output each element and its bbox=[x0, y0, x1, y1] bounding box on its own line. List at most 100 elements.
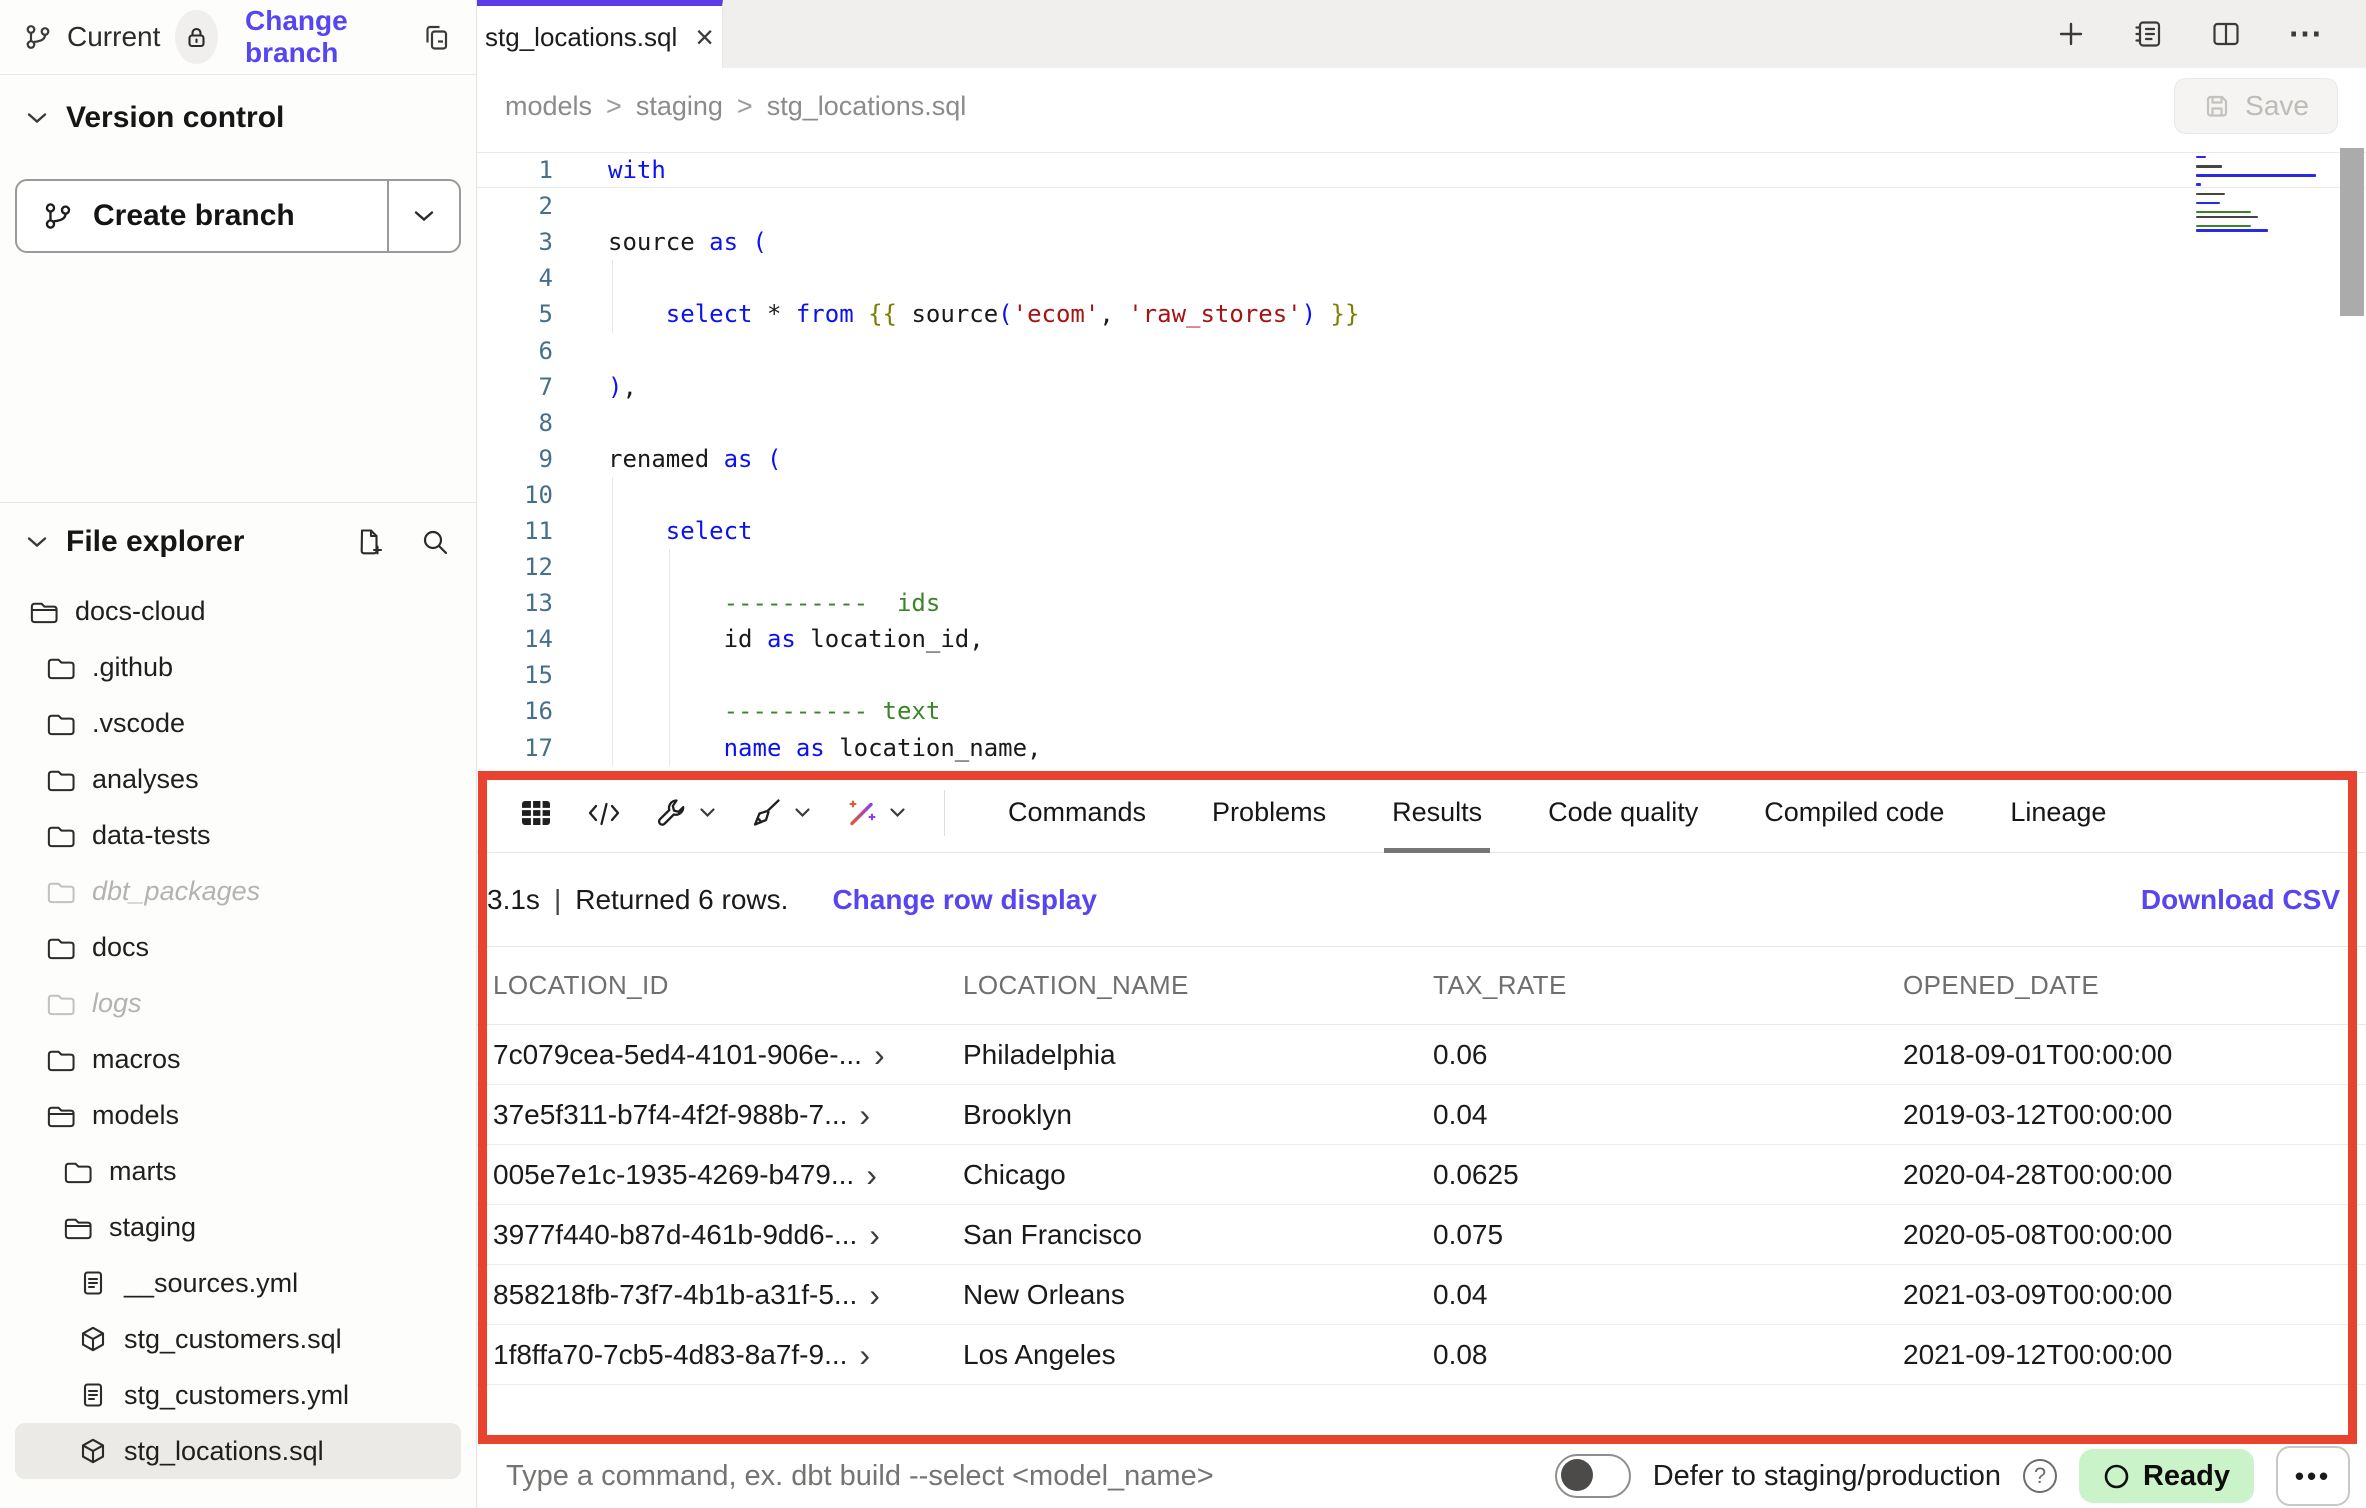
expand-chevron-icon[interactable]: › bbox=[859, 1099, 870, 1131]
file-icon bbox=[79, 1269, 107, 1297]
code-line-16[interactable]: 16 ---------- text bbox=[477, 693, 2366, 729]
editor-scrollbar[interactable] bbox=[2340, 148, 2364, 316]
code-line-1[interactable]: 1with bbox=[477, 152, 2366, 188]
file-tree-item-docs[interactable]: docs bbox=[15, 919, 461, 975]
file-label: __sources.yml bbox=[124, 1268, 298, 1299]
folder-icon bbox=[45, 653, 75, 681]
cell-location-id: 3977f440-b87d-461b-9dd6-...› bbox=[493, 1219, 963, 1251]
file-tree-item-macros[interactable]: macros bbox=[15, 1031, 461, 1087]
line-number: 17 bbox=[477, 734, 565, 762]
panel-tab-compiled-code[interactable]: Compiled code bbox=[1764, 773, 1944, 852]
minimap[interactable] bbox=[2196, 156, 2326, 234]
copy-icon[interactable] bbox=[421, 22, 452, 53]
defer-toggle[interactable] bbox=[1555, 1454, 1631, 1498]
code-line-10[interactable]: 10 bbox=[477, 477, 2366, 513]
more-actions-button[interactable]: ••• bbox=[2276, 1446, 2350, 1506]
save-button[interactable]: Save bbox=[2174, 78, 2338, 134]
panel-tab-results[interactable]: Results bbox=[1392, 773, 1482, 852]
file-tree-item-analyses[interactable]: analyses bbox=[15, 751, 461, 807]
file-label: macros bbox=[92, 1044, 181, 1075]
code-line-6[interactable]: 6 bbox=[477, 332, 2366, 368]
create-branch-button[interactable]: Create branch bbox=[15, 179, 461, 253]
panel-tab-commands[interactable]: Commands bbox=[1008, 773, 1146, 852]
file-tree-item-models[interactable]: models bbox=[15, 1087, 461, 1143]
tab-stg-locations-sql[interactable]: stg_locations.sql × bbox=[477, 0, 723, 68]
panel-tab-problems[interactable]: Problems bbox=[1212, 773, 1326, 852]
panel-tab-code-quality[interactable]: Code quality bbox=[1548, 773, 1698, 852]
cell-location-id: 005e7e1c-1935-4269-b479...› bbox=[493, 1159, 963, 1191]
cell-tax-rate: 0.04 bbox=[1433, 1099, 1903, 1131]
change-row-display-link[interactable]: Change row display bbox=[832, 884, 1097, 916]
line-number: 10 bbox=[477, 481, 565, 509]
code-text: ---------- text bbox=[608, 697, 940, 725]
file-label: dbt_packages bbox=[92, 876, 260, 907]
more-options-icon[interactable]: ⋯ bbox=[2288, 14, 2324, 54]
search-icon[interactable] bbox=[420, 527, 450, 557]
folder-open-icon bbox=[28, 597, 58, 625]
new-file-icon[interactable] bbox=[354, 527, 384, 557]
column-header-location-id: LOCATION_ID bbox=[493, 970, 963, 1001]
command-input[interactable] bbox=[504, 1459, 1533, 1494]
cell-location-id: 7c079cea-5ed4-4101-906e-...› bbox=[493, 1039, 963, 1071]
file-tree-item-marts[interactable]: marts bbox=[15, 1143, 461, 1199]
new-tab-icon[interactable] bbox=[2056, 19, 2086, 49]
expand-chevron-icon[interactable]: › bbox=[859, 1339, 870, 1371]
code-text: renamed as ( bbox=[608, 445, 781, 473]
file-label: analyses bbox=[92, 764, 199, 795]
expand-chevron-icon[interactable]: › bbox=[874, 1039, 885, 1071]
file-tree-item-data-tests[interactable]: data-tests bbox=[15, 807, 461, 863]
panel-tab-lineage[interactable]: Lineage bbox=[2010, 773, 2106, 852]
code-line-9[interactable]: 9renamed as ( bbox=[477, 441, 2366, 477]
code-line-5[interactable]: 5 select * from {{ source('ecom', 'raw_s… bbox=[477, 296, 2366, 332]
create-branch-main[interactable]: Create branch bbox=[17, 181, 389, 251]
change-branch-link[interactable]: Change branch bbox=[245, 5, 406, 69]
code-lines[interactable]: 1with23source as (45 select * from {{ so… bbox=[477, 152, 2366, 766]
file-tree-item-stg-customers-yml[interactable]: stg_customers.yml bbox=[15, 1367, 461, 1423]
download-csv-link[interactable]: Download CSV bbox=[2141, 884, 2340, 916]
line-number: 11 bbox=[477, 517, 565, 545]
code-text: source as ( bbox=[608, 228, 767, 256]
file-tree-item-stg-locations-sql[interactable]: stg_locations.sql bbox=[15, 1423, 461, 1479]
create-branch-dropdown[interactable] bbox=[389, 181, 459, 251]
file-tree-item-dbt-packages[interactable]: dbt_packages bbox=[15, 863, 461, 919]
expand-chevron-icon[interactable]: › bbox=[869, 1219, 880, 1251]
help-icon[interactable]: ? bbox=[2023, 1459, 2057, 1493]
code-line-13[interactable]: 13 ---------- ids bbox=[477, 585, 2366, 621]
ai-assist-icon[interactable] bbox=[845, 796, 906, 830]
changelog-icon[interactable] bbox=[2132, 18, 2164, 50]
code-line-14[interactable]: 14 id as location_id, bbox=[477, 621, 2366, 657]
code-line-8[interactable]: 8 bbox=[477, 405, 2366, 441]
code-line-15[interactable]: 15 bbox=[477, 657, 2366, 693]
file-tree-item-sources-yml[interactable]: __sources.yml bbox=[15, 1255, 461, 1311]
expand-chevron-icon[interactable]: › bbox=[869, 1279, 880, 1311]
code-line-7[interactable]: 7), bbox=[477, 369, 2366, 405]
code-line-17[interactable]: 17 name as location_name, bbox=[477, 730, 2366, 766]
file-tree-item-docs-cloud[interactable]: docs-cloud bbox=[15, 583, 461, 639]
code-line-3[interactable]: 3source as ( bbox=[477, 224, 2366, 260]
cell-location-name: Los Angeles bbox=[963, 1339, 1433, 1371]
expand-chevron-icon[interactable]: › bbox=[866, 1159, 877, 1191]
table-view-icon[interactable] bbox=[519, 796, 553, 830]
code-line-11[interactable]: 11 select bbox=[477, 513, 2366, 549]
file-label: models bbox=[92, 1100, 179, 1131]
cell-tax-rate: 0.06 bbox=[1433, 1039, 1903, 1071]
code-line-2[interactable]: 2 bbox=[477, 188, 2366, 224]
file-tree-item-logs[interactable]: logs bbox=[15, 975, 461, 1031]
file-tree-item-github[interactable]: .github bbox=[15, 639, 461, 695]
code-line-4[interactable]: 4 bbox=[477, 260, 2366, 296]
code-editor[interactable]: 1with23source as (45 select * from {{ so… bbox=[477, 144, 2366, 772]
file-tree-item-stg-customers-sql[interactable]: stg_customers.sql bbox=[15, 1311, 461, 1367]
close-icon[interactable]: × bbox=[695, 21, 714, 53]
version-control-header[interactable]: Version control bbox=[0, 75, 476, 135]
cell-opened-date: 2021-03-09T00:00:00 bbox=[1903, 1279, 2366, 1311]
file-explorer-header[interactable]: File explorer bbox=[0, 503, 476, 559]
format-icon[interactable] bbox=[750, 796, 811, 830]
code-view-icon[interactable] bbox=[587, 796, 621, 830]
file-tree-item-vscode[interactable]: .vscode bbox=[15, 695, 461, 751]
file-tree-item-staging[interactable]: staging bbox=[15, 1199, 461, 1255]
cell-opened-date: 2019-03-12T00:00:00 bbox=[1903, 1099, 2366, 1131]
build-tools-icon[interactable] bbox=[655, 796, 716, 830]
split-pane-icon[interactable] bbox=[2210, 18, 2242, 50]
code-line-12[interactable]: 12 bbox=[477, 549, 2366, 585]
status-badge-ready[interactable]: Ready bbox=[2079, 1449, 2254, 1503]
